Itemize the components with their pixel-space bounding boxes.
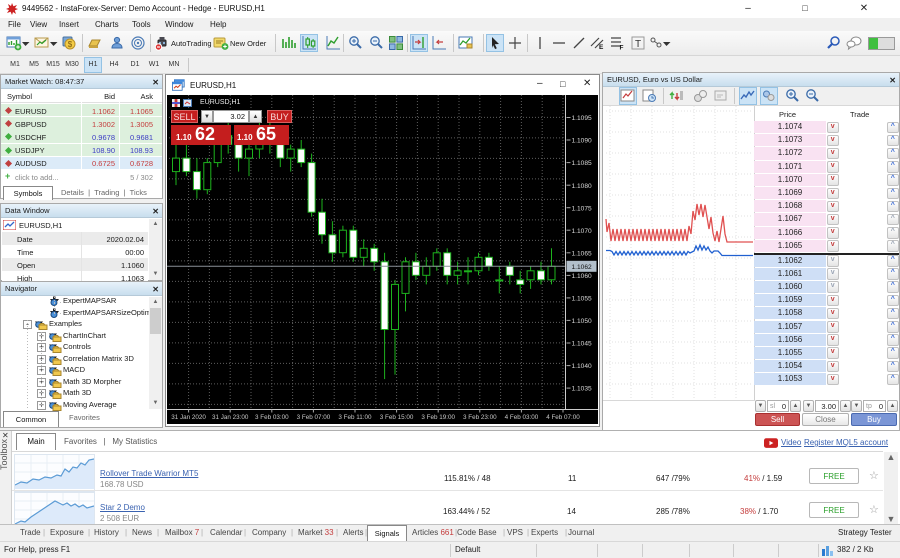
svg-text:1.1035: 1.1035: [572, 386, 593, 393]
svg-text:1.1085: 1.1085: [572, 160, 593, 167]
svg-text:31 Jan 23:00: 31 Jan 23:00: [212, 414, 249, 421]
svg-text:1.1055: 1.1055: [572, 296, 593, 303]
svg-text:3 Feb 11:00: 3 Feb 11:00: [338, 414, 372, 421]
svg-text:1.1095: 1.1095: [572, 115, 593, 122]
svg-text:1.1062: 1.1062: [572, 264, 593, 271]
svg-text:1.1040: 1.1040: [572, 363, 593, 370]
svg-text:3 Feb 23:00: 3 Feb 23:00: [463, 414, 497, 421]
svg-text:1.1070: 1.1070: [572, 228, 593, 235]
svg-text:$: $: [68, 40, 73, 49]
svg-text:1.1045: 1.1045: [572, 341, 593, 348]
svg-text:1.1050: 1.1050: [572, 318, 593, 325]
svg-text:T: T: [635, 39, 641, 50]
svg-text:1.1080: 1.1080: [572, 183, 593, 190]
svg-text:1.1065: 1.1065: [572, 250, 593, 257]
svg-text:31 Jan 2020: 31 Jan 2020: [171, 414, 206, 421]
svg-text:1.1075: 1.1075: [572, 205, 593, 212]
svg-text:3 Feb 07:00: 3 Feb 07:00: [297, 414, 331, 421]
svg-text:1.1060: 1.1060: [572, 273, 593, 280]
svg-text:3 Feb 03:00: 3 Feb 03:00: [255, 414, 289, 421]
svg-text:4 Feb 03:00: 4 Feb 03:00: [505, 414, 539, 421]
svg-text:4 Feb 07:00: 4 Feb 07:00: [546, 414, 580, 421]
svg-text:1.1090: 1.1090: [572, 138, 593, 145]
svg-text:E: E: [599, 44, 604, 51]
svg-text:F: F: [620, 45, 624, 52]
svg-text:3 Feb 15:00: 3 Feb 15:00: [380, 414, 414, 421]
svg-text:3 Feb 19:00: 3 Feb 19:00: [421, 414, 455, 421]
